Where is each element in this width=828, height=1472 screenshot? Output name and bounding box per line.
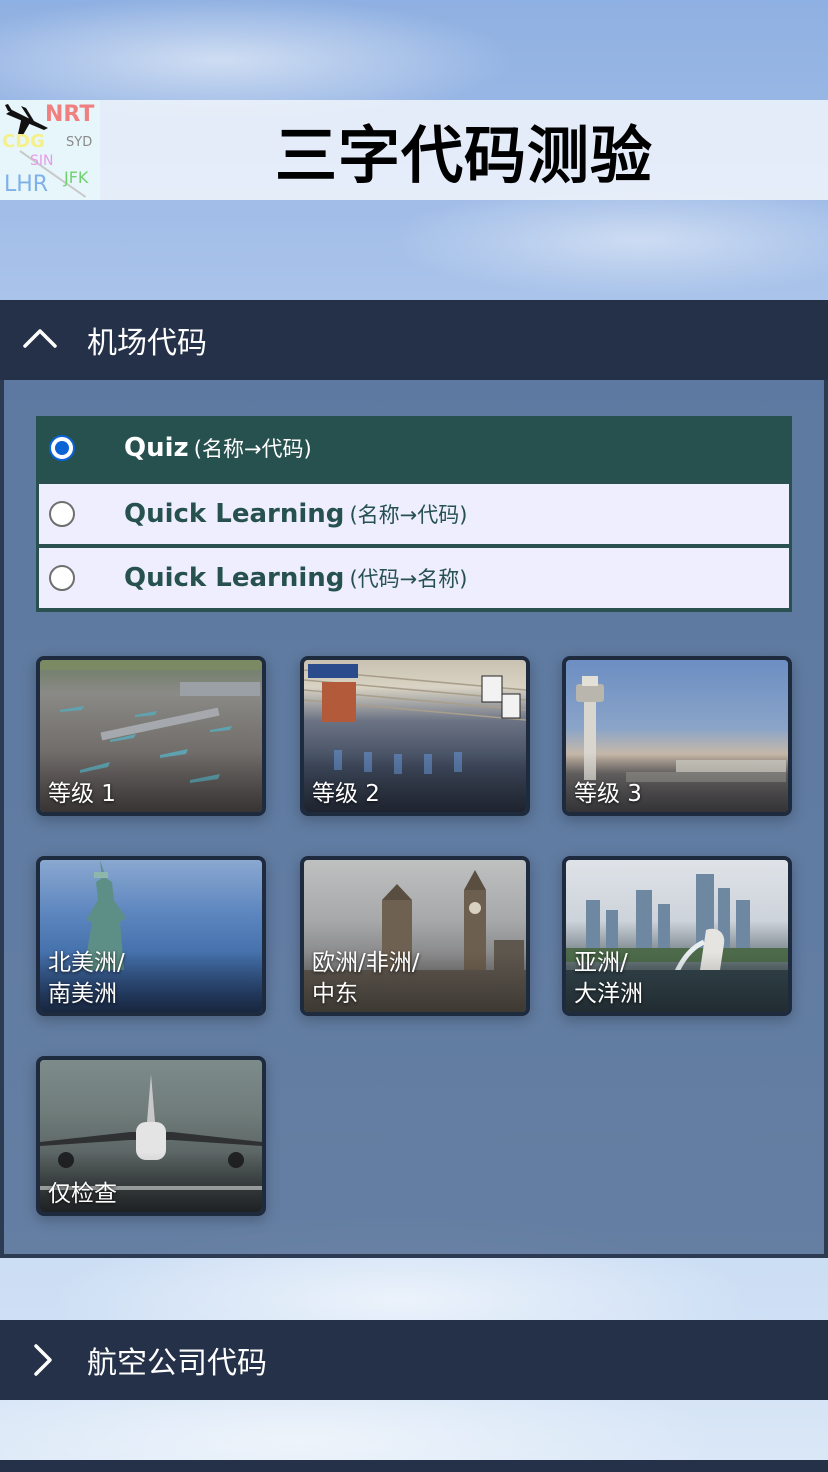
tile-caption-line1: 等级 2 [312,781,380,807]
mode-radio-group: Quiz (名称→代码) Quick Learning (名称→代码) Quic… [36,416,792,612]
tile-caption-line2: 中东 [312,981,358,1007]
tile-level-3[interactable]: 等级 3 [562,656,792,816]
tile-caption-line1: 亚洲/ [574,950,628,976]
radio-option-quick-learning-code-to-name[interactable]: Quick Learning (代码→名称) [39,548,789,608]
tile-level-2[interactable]: 等级 2 [300,656,530,816]
logo-code-lhr: LHR [4,172,49,197]
radio-label: Quiz (名称→代码) [124,433,312,463]
logo-code-syd: SYD [66,135,93,150]
tile-caption-line1: 欧洲/非洲/ [312,950,420,976]
tile-caption-line1: 仅检查 [48,1181,117,1207]
logo-code-nrt: NRT [45,102,95,127]
accordion-label: 航空公司代码 [87,1346,267,1381]
tile-americas[interactable]: 北美洲/ 南美洲 [36,856,266,1016]
accordion-header-airline-codes[interactable]: 航空公司代码 [0,1320,828,1400]
logo-code-sin: SIN [30,153,54,169]
tile-asia-oceania[interactable]: 亚洲/ 大洋洲 [562,856,792,1016]
logo-code-jfk: JFK [64,168,89,187]
chevron-right-icon [34,1344,52,1376]
tile-caption-line1: 等级 3 [574,781,642,807]
tile-caption: 等级 3 [574,779,782,810]
tile-level-1[interactable]: 等级 1 [36,656,266,816]
radio-label-sub: (代码→名称) [349,567,468,591]
radio-option-quick-learning-name-to-code[interactable]: Quick Learning (名称→代码) [39,484,789,544]
tile-caption: 欧洲/非洲/ 中东 [312,948,520,1010]
accordion-body-airport-codes: Quiz (名称→代码) Quick Learning (名称→代码) Quic… [0,380,828,1258]
radio-button[interactable] [49,501,75,527]
tile-caption-line1: 北美洲/ [48,950,125,976]
tile-caption: 等级 2 [312,779,520,810]
tile-caption-line2: 大洋洲 [574,981,643,1007]
tile-check-only[interactable]: 仅检查 [36,1056,266,1216]
radio-label-main: Quiz [124,433,189,463]
page-title: 三字代码测验 [274,119,653,192]
radio-button[interactable] [49,565,75,591]
logo-code-cdg: CDG [2,131,45,152]
tile-europe-africa-middle-east[interactable]: 欧洲/非洲/ 中东 [300,856,530,1016]
radio-option-quiz[interactable]: Quiz (名称→代码) [36,416,792,480]
tile-caption-line1: 等级 1 [48,781,116,807]
tile-caption: 亚洲/ 大洋洲 [574,948,782,1010]
tile-caption-line2: 南美洲 [48,981,117,1007]
radio-label-main: Quick Learning [124,563,345,593]
app-logo: NRT SYD CDG SIN JFK LHR [0,100,100,200]
radio-label-sub: (名称→代码) [193,437,312,461]
bottom-bar [0,1460,828,1472]
radio-label-main: Quick Learning [124,499,345,529]
radio-label-sub: (名称→代码) [349,503,468,527]
tile-caption: 仅检查 [48,1179,256,1210]
accordion-label: 机场代码 [87,326,207,361]
chevron-up-icon [23,329,57,348]
radio-button[interactable] [49,435,75,461]
radio-label: Quick Learning (代码→名称) [124,563,467,593]
accordion-header-airport-codes[interactable]: 机场代码 [0,300,828,380]
tile-caption: 北美洲/ 南美洲 [48,948,256,1010]
radio-label: Quick Learning (名称→代码) [124,499,467,529]
header-banner: NRT SYD CDG SIN JFK LHR 三字代码测验 [0,100,828,200]
tile-caption: 等级 1 [48,779,256,810]
